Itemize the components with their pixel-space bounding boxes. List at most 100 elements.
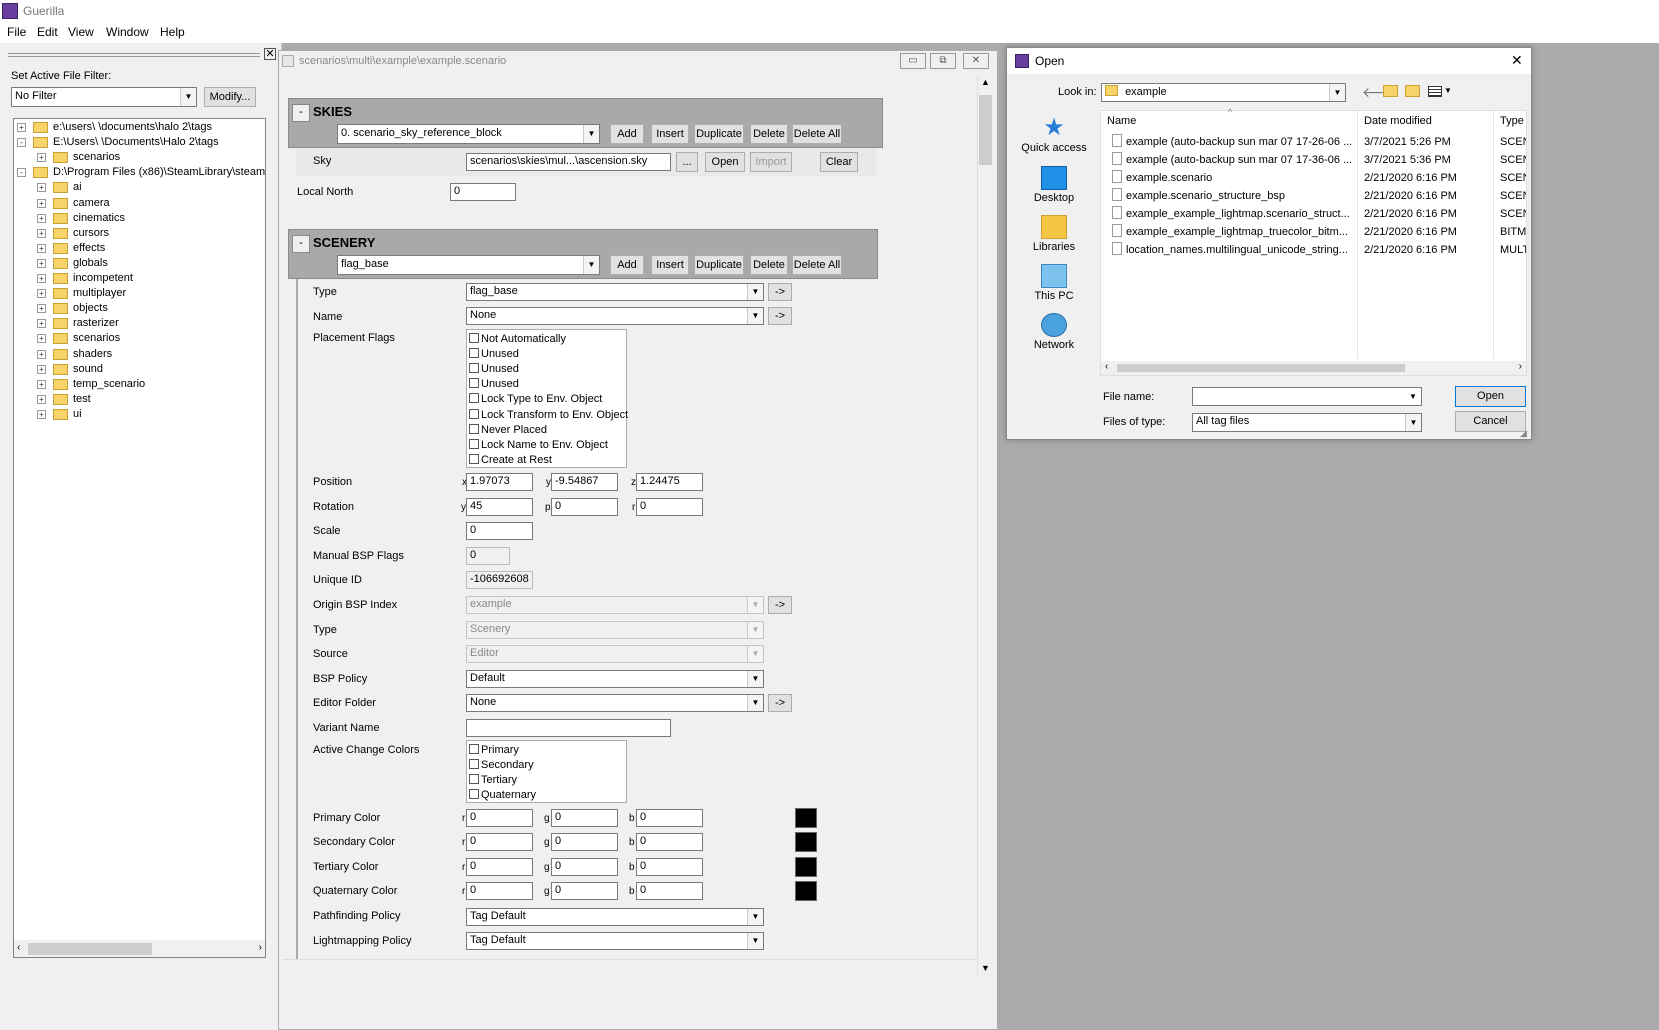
rotation-roll-field[interactable]: 0 [636,498,703,516]
rotation-yaw-field[interactable]: 45 [466,498,533,516]
file-list[interactable]: ^ Name Date modified Type example (auto-… [1100,107,1527,376]
expand-icon[interactable]: + [37,409,46,419]
checkbox-icon[interactable] [469,348,479,359]
file-name-field[interactable]: ▼ [1192,387,1422,406]
expand-icon[interactable]: + [37,334,46,344]
column-header-name[interactable]: Name [1107,112,1136,130]
file-list-scroll-thumb[interactable] [1117,364,1405,372]
name-goto-button[interactable]: -> [768,307,792,325]
placement-flag-checkbox[interactable]: Lock Name to Env. Object [469,438,608,453]
bsp-policy-select[interactable]: Default ▼ [466,670,764,688]
resize-grip-icon[interactable]: ◢ [1520,428,1527,439]
scenario-scroll-thumb[interactable] [979,95,992,165]
file-row[interactable]: example.scenario 2/21/2020 6:16 PM SCEN [1101,169,1526,187]
checkbox-icon[interactable] [469,744,479,754]
expand-icon[interactable]: + [37,394,46,404]
change-color-checkbox[interactable]: Tertiary [469,773,517,788]
column-header-type[interactable]: Type [1500,112,1524,130]
checkbox-icon[interactable] [469,378,479,389]
close-icon[interactable]: ✕ [963,53,989,69]
collapse-icon[interactable]: - [17,168,26,178]
skies-insert-button[interactable]: Insert [651,124,689,144]
change-color-checkbox[interactable]: Secondary [469,758,534,773]
scenery-duplicate-button[interactable]: Duplicate [694,255,744,275]
expand-icon[interactable]: + [37,379,46,389]
color-red-field[interactable]: 0 [466,833,533,851]
scenery-collapse-button[interactable]: - [292,235,310,253]
scroll-right-icon[interactable]: › [259,942,262,953]
scenario-vertical-scrollbar[interactable]: ▲ ▼ [977,75,994,975]
change-color-checkbox[interactable]: Quaternary [469,788,536,803]
scenery-block-select[interactable]: flag_base ▼ [337,255,600,275]
scale-field[interactable]: 0 [466,522,533,540]
scenery-delete-all-button[interactable]: Delete All [792,255,842,275]
local-north-field[interactable]: 0 [450,183,516,201]
file-row[interactable]: example_example_lightmap_truecolor_bitm.… [1101,223,1526,241]
expand-icon[interactable]: + [37,213,46,223]
color-blue-field[interactable]: 0 [636,858,703,876]
color-swatch[interactable] [795,832,817,852]
color-swatch[interactable] [795,808,817,828]
new-folder-icon[interactable] [1405,85,1420,97]
rotation-pitch-field[interactable]: 0 [551,498,618,516]
color-green-field[interactable]: 0 [551,882,618,900]
lightmapping-policy-select[interactable]: Tag Default ▼ [466,932,764,950]
checkbox-icon[interactable] [469,423,479,434]
scroll-down-icon[interactable]: ▼ [981,963,990,973]
restore-icon[interactable]: ⧉ [930,53,956,69]
file-row[interactable]: location_names.multilingual_unicode_stri… [1101,241,1526,259]
expand-icon[interactable]: + [37,319,46,329]
position-y-field[interactable]: -9.54867 [551,473,618,491]
color-green-field[interactable]: 0 [551,833,618,851]
expand-icon[interactable]: + [37,304,46,314]
expand-icon[interactable]: + [17,123,26,132]
menu-window[interactable]: Window [106,25,149,39]
up-folder-icon[interactable] [1383,85,1398,97]
file-row[interactable]: example.scenario_structure_bsp 2/21/2020 … [1101,187,1526,205]
skies-delete-button[interactable]: Delete [750,124,788,144]
color-blue-field[interactable]: 0 [636,882,703,900]
scenario-horizontal-scrollbar[interactable] [283,959,977,973]
file-row[interactable]: example (auto-backup sun mar 07 17-36-06… [1101,151,1526,169]
editor-folder-select[interactable]: None ▼ [466,694,764,712]
placement-flag-checkbox[interactable]: Unused [469,377,519,392]
place-this-pc[interactable]: This PC [1014,264,1094,302]
scroll-right-icon[interactable]: › [1519,361,1522,372]
checkbox-icon[interactable] [469,789,479,800]
file-list-hscrollbar[interactable]: ‹ › [1101,361,1526,375]
change-color-checkbox[interactable]: Primary [469,743,519,758]
color-blue-field[interactable]: 0 [636,833,703,851]
origin-bsp-goto-button[interactable]: -> [768,596,792,614]
scenery-delete-button[interactable]: Delete [750,255,788,275]
manual-bsp-flags-field[interactable]: 0 [466,547,510,565]
dialog-cancel-button[interactable]: Cancel [1455,411,1526,432]
color-blue-field[interactable]: 0 [636,809,703,827]
expand-icon[interactable]: + [37,228,46,238]
checkbox-icon[interactable] [469,759,479,770]
expand-icon[interactable]: + [37,364,46,374]
source-select[interactable]: Editor ▼ [466,645,764,663]
object-type-select[interactable]: Scenery ▼ [466,621,764,639]
sky-open-button[interactable]: Open [705,152,745,172]
expand-icon[interactable]: + [37,183,46,193]
color-swatch[interactable] [795,857,817,877]
tag-tree[interactable]: + e:\users\ \documents\halo 2\tags - E:\Use… [13,118,266,958]
color-green-field[interactable]: 0 [551,858,618,876]
column-header-date[interactable]: Date modified [1364,112,1432,130]
expand-icon[interactable]: + [37,349,46,359]
placement-flag-checkbox[interactable]: Unused [469,347,519,362]
minimize-icon[interactable]: ▭ [900,53,926,69]
menu-help[interactable]: Help [160,25,185,39]
checkbox-icon[interactable] [469,363,479,374]
modify-filter-button[interactable]: Modify... [204,87,256,107]
unique-id-field[interactable]: -106692608 [466,571,533,589]
checkbox-icon[interactable] [469,774,479,785]
scenery-insert-button[interactable]: Insert [651,255,689,275]
view-menu-chevron-icon[interactable]: ▼ [1444,86,1452,95]
skies-collapse-button[interactable]: - [292,104,310,122]
placement-flag-checkbox[interactable]: Not Automatically [469,332,566,347]
files-of-type-select[interactable]: All tag files ▼ [1192,413,1422,432]
view-menu-icon[interactable] [1428,86,1442,97]
color-red-field[interactable]: 0 [466,809,533,827]
type-goto-button[interactable]: -> [768,283,792,301]
